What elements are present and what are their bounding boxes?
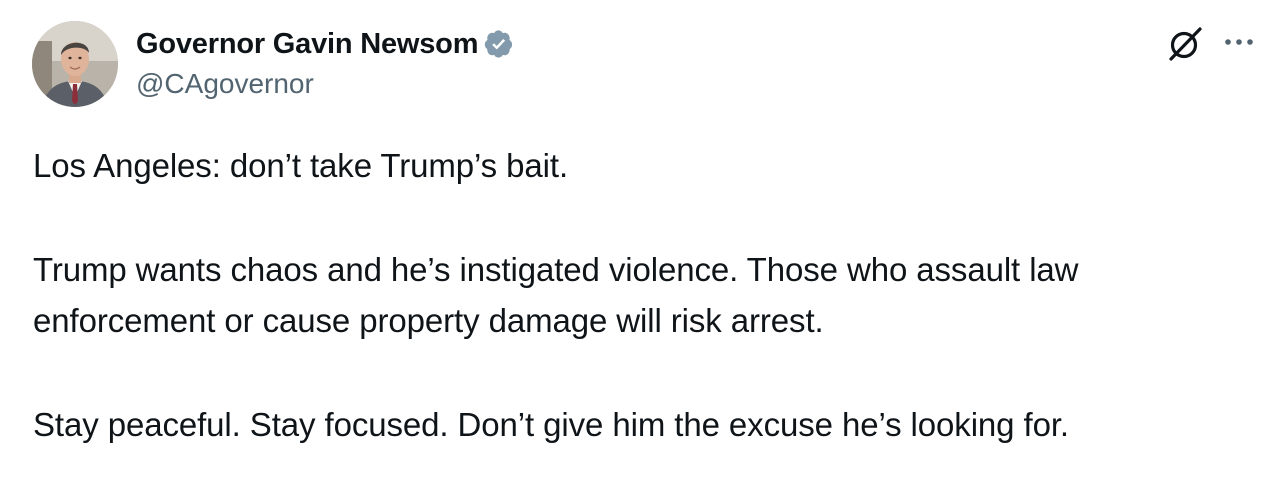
tweet-text: Los Angeles: don’t take Trump’s bait. Tr… <box>33 140 1258 450</box>
tweet-paragraph: Los Angeles: don’t take Trump’s bait. <box>33 147 569 184</box>
avatar-image <box>32 21 118 107</box>
tweet-paragraph: Stay peaceful. Stay focused. Don’t give … <box>33 406 1069 443</box>
handle[interactable]: @CAgovernor <box>136 68 514 100</box>
tweet-card: Governor Gavin Newsom @CAgovernor Los An… <box>0 0 1280 503</box>
verified-badge-icon[interactable] <box>484 29 514 59</box>
tweet-paragraph: Trump wants chaos and he’s instigated vi… <box>33 251 1079 339</box>
grok-icon[interactable] <box>1165 24 1205 64</box>
name-row: Governor Gavin Newsom <box>136 24 514 64</box>
display-name[interactable]: Governor Gavin Newsom <box>136 28 478 61</box>
author-block: Governor Gavin Newsom @CAgovernor <box>136 24 514 100</box>
more-icon[interactable] <box>1222 30 1256 54</box>
avatar[interactable] <box>32 21 118 107</box>
